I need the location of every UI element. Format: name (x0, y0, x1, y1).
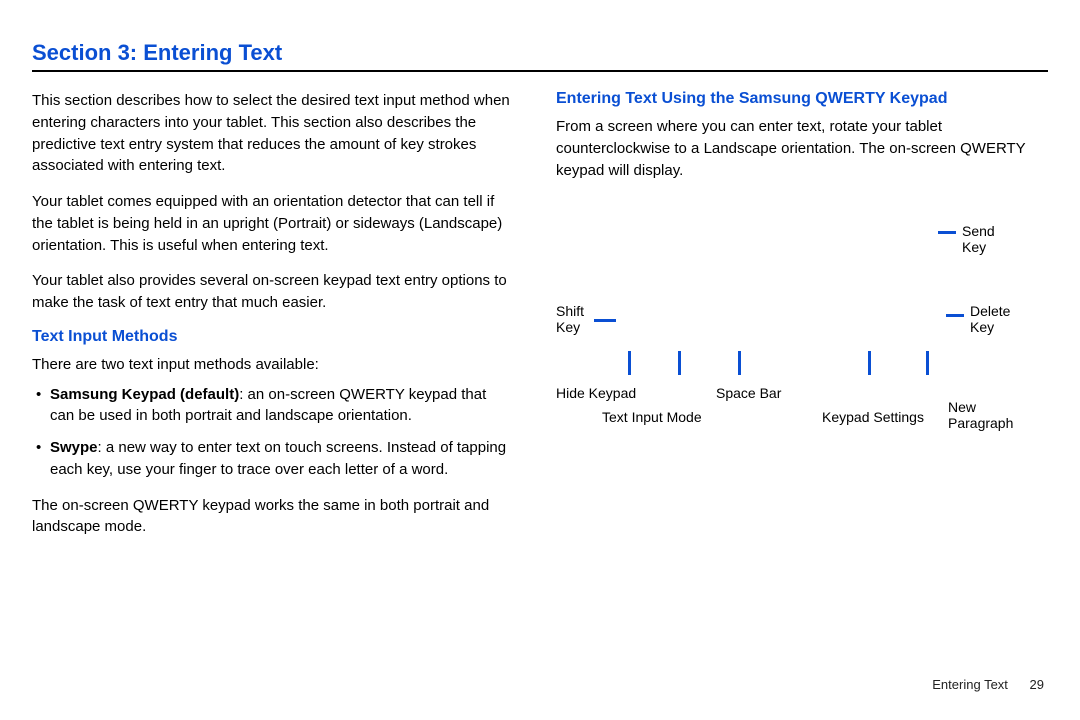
bullet-label: Swype (50, 439, 98, 456)
qwerty-paragraph: From a screen where you can enter text, … (556, 116, 1036, 181)
intro-paragraph-2: Your tablet comes equipped with an orien… (32, 191, 512, 256)
intro-paragraph-1: This section describes how to select the… (32, 90, 512, 177)
callout-hide-keypad: Hide Keypad (556, 385, 636, 401)
callout-space-bar: Space Bar (716, 385, 781, 401)
callout-line-icon (926, 351, 929, 375)
right-column: Entering Text Using the Samsung QWERTY K… (556, 90, 1048, 552)
callout-line-icon (628, 351, 631, 375)
title-rule (32, 70, 1048, 72)
methods-outro: The on-screen QWERTY keypad works the sa… (32, 495, 512, 539)
callout-new-paragraph: New Paragraph (948, 399, 1013, 431)
page-number: 29 (1030, 677, 1044, 692)
page-footer: Entering Text 29 (932, 677, 1044, 692)
callout-delete-key: Delete Key (970, 303, 1010, 335)
callout-line-icon (946, 314, 964, 317)
callout-line-icon (868, 351, 871, 375)
callout-line-icon (678, 351, 681, 375)
methods-intro: There are two text input methods availab… (32, 354, 512, 376)
callout-text-input-mode: Text Input Mode (602, 409, 702, 425)
list-item: Swype: a new way to enter text on touch … (32, 437, 510, 481)
footer-section-name: Entering Text (932, 677, 1008, 692)
two-column-layout: This section describes how to select the… (32, 90, 1048, 552)
callout-line-icon (938, 231, 956, 234)
bullet-text: : a new way to enter text on touch scree… (50, 439, 506, 478)
bullet-label: Samsung Keypad (default) (50, 386, 239, 403)
left-column: This section describes how to select the… (32, 90, 524, 552)
list-item: Samsung Keypad (default): an on-screen Q… (32, 384, 510, 428)
methods-list: Samsung Keypad (default): an on-screen Q… (32, 384, 524, 481)
keypad-callout-diagram: Send Key Shift Key Delete Key Hide Keypa… (556, 199, 1016, 459)
callout-line-icon (594, 319, 616, 322)
manual-page: Section 3: Entering Text This section de… (0, 0, 1080, 720)
subheading-qwerty-keypad: Entering Text Using the Samsung QWERTY K… (556, 90, 1048, 108)
section-title: Section 3: Entering Text (32, 40, 1048, 66)
subheading-text-input-methods: Text Input Methods (32, 328, 524, 346)
callout-keypad-settings: Keypad Settings (822, 409, 924, 425)
intro-paragraph-3: Your tablet also provides several on-scr… (32, 270, 512, 314)
callout-line-icon (738, 351, 741, 375)
callout-shift-key: Shift Key (556, 303, 584, 335)
callout-send-key: Send Key (962, 223, 995, 255)
